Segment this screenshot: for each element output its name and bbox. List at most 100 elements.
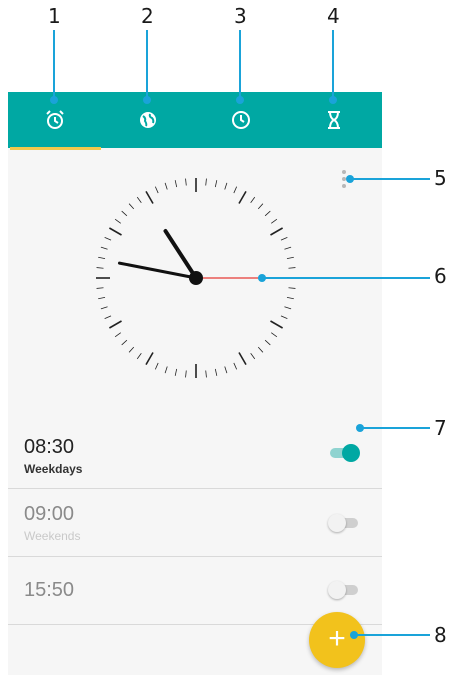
minute-tick [280,236,288,241]
minute-tick [154,186,159,194]
callout-5: 5 [434,166,447,190]
minute-tick [286,296,294,300]
clock-icon [231,111,250,129]
minute-tick [185,178,187,186]
minute-tick [224,182,228,190]
callout-dot-8 [350,631,358,639]
minute-tick [136,196,142,203]
callout-4: 4 [327,4,340,28]
callout-1: 1 [48,4,61,28]
active-tab-indicator [10,147,101,150]
callout-3: 3 [234,4,247,28]
callout-6: 6 [434,264,447,288]
callout-dot-4 [329,96,337,104]
hour-hand [163,229,198,280]
hour-tick [108,320,122,329]
alarm-row[interactable]: 09:00 Weekends [8,489,382,555]
alarm-toggle[interactable] [328,581,360,599]
clock-app-screen: 08:30 Weekdays 09:00 Weekends 15:50 + [8,92,382,675]
callout-7: 7 [434,416,447,440]
alarm-clock-icon [45,110,64,129]
minute-tick [284,306,292,310]
hour-tick [238,190,247,204]
minute-tick [233,186,238,194]
minute-tick [250,196,256,203]
callout-line-3 [239,30,241,100]
hour-tick [145,190,154,204]
minute-tick [257,203,264,210]
minute-tick [98,296,106,300]
minute-tick [121,339,128,346]
hour-tick [238,352,247,366]
minute-tick [288,287,296,289]
tab-bar [8,92,382,150]
callout-line-4 [332,30,334,100]
minute-tick [205,370,207,378]
callout-dot-5 [346,175,354,183]
minute-tick [214,368,218,376]
minute-tick [114,332,121,338]
minute-tick [121,210,128,217]
minute-tick [104,236,112,241]
minute-tick [128,203,135,210]
minute-tick [280,315,288,320]
minute-tick [104,315,112,320]
alarm-days: Weekends [24,529,81,543]
alarm-days: Weekdays [24,462,83,476]
minute-tick [264,210,271,217]
alarm-time: 09:00 [24,503,75,525]
callout-8: 8 [434,623,447,647]
minute-tick [114,218,121,224]
minute-tick [100,306,108,310]
minute-tick [250,353,256,360]
minute-tick [286,256,294,260]
callout-dot-6 [258,274,266,282]
minute-hand [117,261,198,280]
minute-tick [164,366,168,374]
minute-tick [128,346,135,353]
callout-dot-3 [236,96,244,104]
clock-center-pin [189,271,203,285]
minute-tick [174,180,178,188]
hour-tick [108,227,122,236]
minute-tick [154,362,159,370]
callout-line-5 [350,178,430,180]
callout-line-6 [262,277,430,279]
minute-tick [96,267,104,269]
callout-line-2 [146,30,148,100]
callout-line-1 [53,30,55,100]
alarm-time: 08:30 [24,436,75,458]
alarm-toggle[interactable] [328,444,360,462]
minute-tick [288,267,296,269]
alarm-time: 15:50 [24,579,75,601]
minute-tick [257,346,264,353]
minute-tick [205,178,207,186]
alarm-toggle[interactable] [328,514,360,532]
callout-2: 2 [141,4,154,28]
hour-tick [145,352,154,366]
callout-dot-7 [356,424,364,432]
hour-tick [270,320,284,329]
minute-tick [214,180,218,188]
minute-tick [284,246,292,250]
alarm-row[interactable]: 08:30 Weekdays [8,422,382,488]
timer-icon [327,111,340,129]
callout-line-8 [354,634,430,636]
callout-line-7 [360,427,430,429]
add-alarm-button[interactable]: + [309,612,365,668]
minute-tick [185,370,187,378]
callout-dot-1 [50,96,58,104]
minute-tick [233,362,238,370]
minute-tick [174,368,178,376]
minute-tick [164,182,168,190]
minute-tick [224,366,228,374]
minute-tick [96,287,104,289]
minute-tick [271,332,278,338]
minute-tick [271,218,278,224]
minute-tick [136,353,142,360]
minute-tick [98,256,106,260]
hour-tick [270,227,284,236]
minute-tick [264,339,271,346]
callout-dot-2 [143,96,151,104]
minute-tick [100,246,108,250]
